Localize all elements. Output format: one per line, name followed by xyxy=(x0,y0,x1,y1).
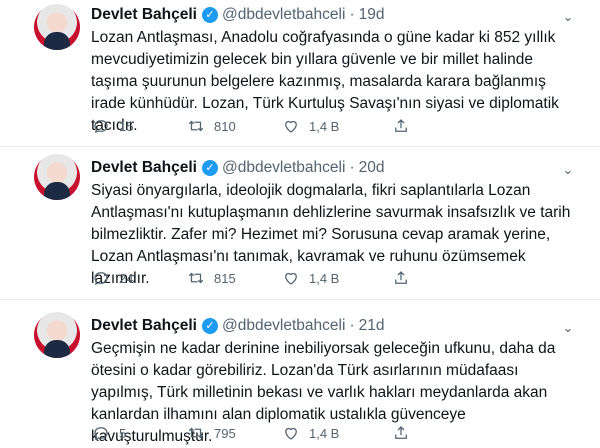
retweet-count: 795 xyxy=(214,425,236,441)
avatar[interactable] xyxy=(34,4,80,50)
share-button[interactable] xyxy=(392,269,410,287)
reply-icon xyxy=(94,427,108,441)
heart-icon xyxy=(285,272,297,285)
like-count: 1,4 B xyxy=(309,270,340,286)
like-count: 1,4 B xyxy=(309,425,340,441)
tweet-actions: 24 815 1,4 B xyxy=(92,269,582,289)
reply-icon xyxy=(94,272,108,286)
tweet-header: Devlet Bahçeli ✓ @dbdevletbahceli · 20d xyxy=(91,159,384,177)
avatar[interactable] xyxy=(34,312,80,358)
like-count: 1,4 B xyxy=(309,118,340,134)
separator-dot: · xyxy=(349,159,355,176)
tweet-age[interactable]: 20d xyxy=(359,159,385,177)
retweet-button[interactable]: 810 xyxy=(187,117,236,135)
share-button[interactable] xyxy=(392,117,410,135)
tweet-actions: 15 810 1,4 B xyxy=(92,117,582,137)
reply-button[interactable]: 5 xyxy=(92,424,126,442)
retweet-icon xyxy=(188,272,204,284)
like-button[interactable]: 1,4 B xyxy=(282,117,339,135)
chevron-down-icon[interactable]: ⌄ xyxy=(561,162,575,177)
heart-icon xyxy=(285,120,297,133)
reply-button[interactable]: 15 xyxy=(92,117,133,135)
retweet-count: 810 xyxy=(214,118,236,134)
verified-badge-icon: ✓ xyxy=(201,318,218,334)
like-button[interactable]: 1,4 B xyxy=(282,269,339,287)
reply-count: 5 xyxy=(119,425,127,441)
separator-dot: · xyxy=(349,6,355,23)
reply-count: 24 xyxy=(119,270,134,286)
tweet-age[interactable]: 19d xyxy=(359,6,385,24)
author-name[interactable]: Devlet Bahçeli xyxy=(91,159,197,177)
author-name[interactable]: Devlet Bahçeli xyxy=(91,6,197,24)
verified-badge-icon: ✓ xyxy=(201,7,218,23)
tweet-header: Devlet Bahçeli ✓ @dbdevletbahceli · 21d xyxy=(91,317,384,335)
retweet-button[interactable]: 795 xyxy=(187,424,236,442)
share-icon xyxy=(395,271,407,284)
chevron-down-icon[interactable]: ⌄ xyxy=(561,320,575,335)
chevron-down-icon[interactable]: ⌄ xyxy=(561,9,575,24)
tweet-header: Devlet Bahçeli ✓ @dbdevletbahceli · 19d xyxy=(91,6,384,24)
tweet-card[interactable]: Devlet Bahçeli ✓ @dbdevletbahceli · 21d … xyxy=(0,300,600,445)
tweet-actions: 5 795 1,4 B xyxy=(92,424,582,444)
retweet-count: 815 xyxy=(214,270,236,286)
share-icon xyxy=(395,426,407,439)
separator-dot: · xyxy=(349,317,355,334)
tweet-card[interactable]: Devlet Bahçeli ✓ @dbdevletbahceli · 19d … xyxy=(0,0,600,147)
like-button[interactable]: 1,4 B xyxy=(282,424,339,442)
retweet-button[interactable]: 815 xyxy=(187,269,236,287)
author-handle[interactable]: @dbdevletbahceli xyxy=(222,6,345,24)
share-button[interactable] xyxy=(392,424,410,442)
reply-icon xyxy=(94,120,108,134)
retweet-icon xyxy=(188,427,204,439)
share-icon xyxy=(395,119,407,132)
tweet-card[interactable]: Devlet Bahçeli ✓ @dbdevletbahceli · 20d … xyxy=(0,147,600,300)
author-handle[interactable]: @dbdevletbahceli xyxy=(222,159,345,177)
avatar[interactable] xyxy=(34,154,80,200)
author-name[interactable]: Devlet Bahçeli xyxy=(91,317,197,335)
author-handle[interactable]: @dbdevletbahceli xyxy=(222,317,345,335)
tweet-age[interactable]: 21d xyxy=(359,317,385,335)
reply-button[interactable]: 24 xyxy=(92,269,133,287)
verified-badge-icon: ✓ xyxy=(201,160,218,176)
retweet-icon xyxy=(188,120,204,132)
reply-count: 15 xyxy=(119,118,134,134)
heart-icon xyxy=(285,427,297,440)
